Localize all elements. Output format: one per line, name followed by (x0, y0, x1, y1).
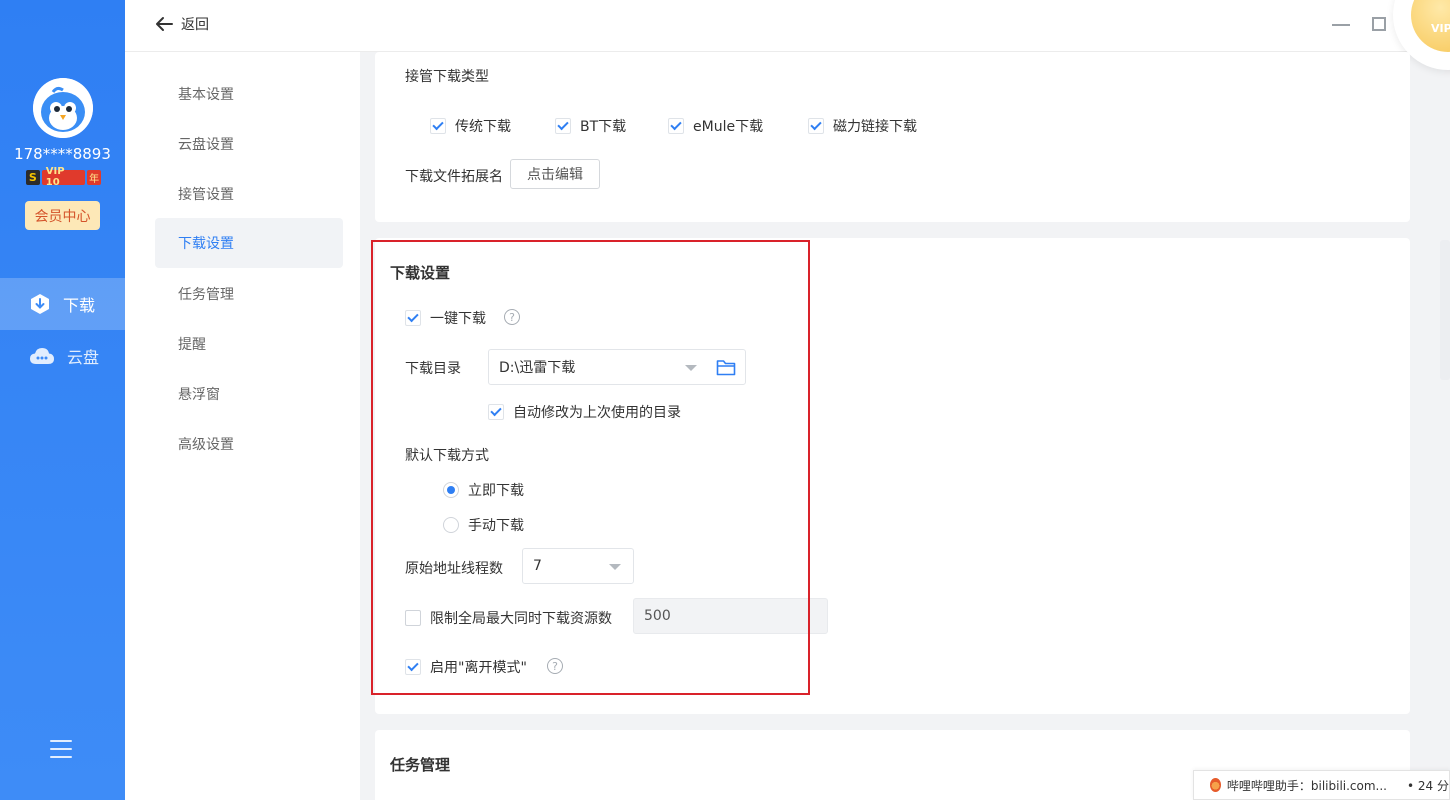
left-sidebar: 178****8893 S VIP 10 年 会员中心 下载 云盘 (0, 0, 125, 800)
checkbox-checked-icon (668, 118, 684, 134)
checkbox-checked-icon (555, 118, 571, 134)
help-icon[interactable]: ? (547, 658, 563, 674)
member-center-button[interactable]: 会员中心 (25, 201, 100, 230)
chevron-down-icon (685, 365, 697, 371)
checkbox-checked-icon (488, 404, 504, 420)
checkbox-unchecked-icon (405, 610, 421, 626)
limit-resources-input[interactable]: 500 (633, 598, 828, 634)
bilibili-icon (1210, 778, 1221, 792)
type-emule-label: eMule下载 (693, 119, 764, 135)
toast-time: • 24 分 (1407, 778, 1449, 793)
subnav-task[interactable]: 任务管理 (155, 269, 343, 319)
takeover-card: 接管下载类型 传统下载 BT下载 eMule下载 磁力链接下载 下载文件拓展名 … (375, 52, 1410, 222)
notification-toast[interactable]: 哔哩哔哩助手：bilibili.com... • 24 分 (1193, 770, 1450, 800)
help-icon[interactable]: ? (504, 309, 520, 325)
auto-dir-checkbox[interactable]: 自动修改为上次使用的目录 (488, 402, 681, 422)
vip-corner-label: VIP (1431, 22, 1450, 35)
download-dir-label: 下载目录 (405, 361, 461, 377)
vip-badge: S VIP 10 年 (26, 166, 101, 188)
radio-selected-icon (443, 482, 459, 498)
vip-level: VIP 10 (41, 166, 86, 188)
type-bt-label: BT下载 (580, 119, 627, 135)
cloud-icon (30, 348, 54, 364)
subnav-float-window[interactable]: 悬浮窗 (155, 369, 343, 419)
nav-download[interactable]: 下载 (0, 278, 125, 330)
settings-subnav: 基本设置 云盘设置 接管设置 下载设置 任务管理 提醒 悬浮窗 高级设置 (125, 52, 360, 800)
mode-now-label: 立即下载 (468, 483, 524, 499)
chevron-down-icon (609, 564, 621, 570)
edit-extension-button[interactable]: 点击编辑 (510, 159, 600, 189)
mode-manual-label: 手动下载 (468, 518, 524, 534)
mode-now-radio[interactable]: 立即下载 (443, 480, 524, 500)
file-extension-label: 下载文件拓展名 (405, 169, 503, 185)
limit-resources-checkbox[interactable]: 限制全局最大同时下载资源数 (405, 608, 612, 628)
download-dir-select[interactable]: D:\迅雷下载 (488, 349, 746, 385)
folder-icon[interactable] (716, 359, 736, 376)
subnav-cloud[interactable]: 云盘设置 (155, 119, 343, 169)
checkbox-checked-icon (405, 659, 421, 675)
takeover-types-title: 接管下载类型 (405, 69, 489, 85)
type-emule-checkbox[interactable]: eMule下载 (668, 116, 763, 136)
away-mode-checkbox[interactable]: 启用"离开模式" (405, 657, 527, 677)
nav-download-label: 下载 (63, 296, 96, 315)
nav-cloud-label: 云盘 (67, 348, 100, 367)
minimize-icon[interactable] (1332, 24, 1350, 26)
type-magnet-label: 磁力链接下载 (833, 119, 917, 135)
one-click-download-label: 一键下载 (430, 311, 486, 327)
threads-label: 原始地址线程数 (405, 561, 503, 577)
threads-value: 7 (533, 558, 542, 574)
avatar[interactable] (33, 78, 93, 138)
checkbox-checked-icon (405, 310, 421, 326)
toast-text: 哔哩哔哩助手：bilibili.com... (1226, 778, 1388, 793)
vip-s-mark: S (26, 169, 40, 185)
subnav-download[interactable]: 下载设置 (155, 218, 343, 268)
checkbox-checked-icon (808, 118, 824, 134)
type-traditional-checkbox[interactable]: 传统下载 (430, 116, 511, 136)
type-bt-checkbox[interactable]: BT下载 (555, 116, 626, 136)
download-settings-title: 下载设置 (390, 264, 451, 282)
task-management-title: 任务管理 (390, 756, 451, 774)
subnav-reminder[interactable]: 提醒 (155, 319, 343, 369)
top-bar: 返回 (125, 0, 1450, 52)
download-mode-title: 默认下载方式 (405, 448, 489, 464)
type-traditional-label: 传统下载 (455, 119, 511, 135)
subnav-takeover[interactable]: 接管设置 (155, 169, 343, 219)
subnav-advanced[interactable]: 高级设置 (155, 419, 343, 469)
bird-avatar-icon (33, 78, 93, 138)
nav-cloud[interactable]: 云盘 (0, 330, 125, 382)
one-click-download-checkbox[interactable]: 一键下载 (405, 308, 486, 328)
vip-year: 年 (87, 169, 101, 185)
user-phone: 178****8893 (14, 145, 111, 163)
type-magnet-checkbox[interactable]: 磁力链接下载 (808, 116, 917, 136)
subnav-basic[interactable]: 基本设置 (155, 69, 343, 119)
auto-dir-label: 自动修改为上次使用的目录 (513, 405, 681, 421)
limit-resources-label: 限制全局最大同时下载资源数 (430, 611, 612, 627)
maximize-icon[interactable] (1372, 17, 1386, 31)
radio-unselected-icon (443, 517, 459, 533)
arrow-left-icon (156, 17, 173, 31)
vip-crown-icon: VIP (1411, 0, 1450, 52)
threads-select[interactable]: 7 (522, 548, 634, 584)
download-shield-icon (31, 294, 49, 314)
download-dir-value: D:\迅雷下载 (499, 360, 576, 376)
back-button[interactable]: 返回 (155, 14, 209, 34)
mode-manual-radio[interactable]: 手动下载 (443, 515, 524, 535)
back-label: 返回 (181, 17, 209, 33)
away-mode-label: 启用"离开模式" (430, 660, 527, 676)
menu-icon[interactable] (50, 740, 72, 758)
checkbox-checked-icon (430, 118, 446, 134)
download-settings-card: 下载设置 一键下载 ? 下载目录 D:\迅雷下载 自动修改为上次使用的目录 默认… (375, 238, 1410, 714)
scrollbar-thumb[interactable] (1440, 240, 1450, 380)
